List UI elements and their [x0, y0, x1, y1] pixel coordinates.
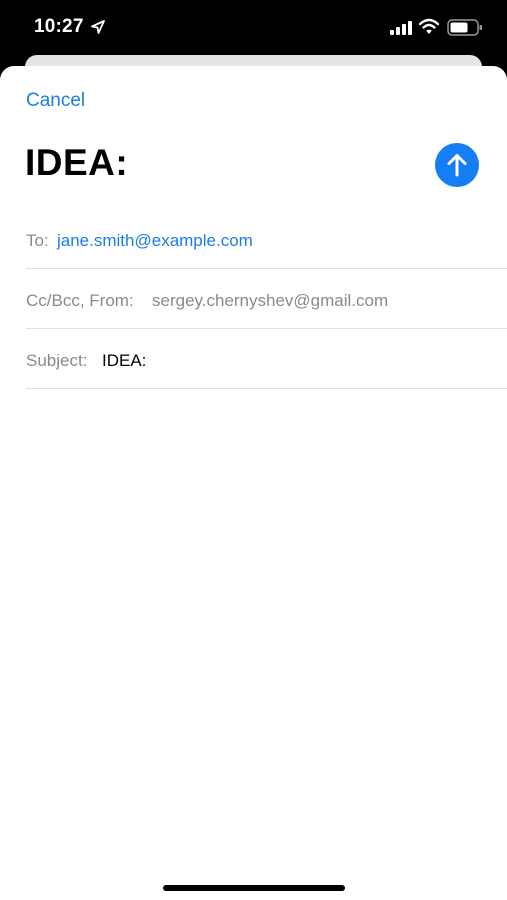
home-indicator[interactable]	[163, 885, 345, 891]
subject-input[interactable]: IDEA:	[102, 351, 146, 371]
compose-sheet: Cancel IDEA: To: jane.smith@example.com …	[0, 66, 507, 900]
to-recipient[interactable]: jane.smith@example.com	[57, 231, 253, 251]
status-bar: 10:27	[0, 0, 507, 56]
status-time: 10:27	[34, 16, 84, 37]
cancel-button[interactable]: Cancel	[26, 90, 85, 112]
subject-field-row[interactable]: Subject: IDEA:	[26, 330, 507, 389]
to-label: To:	[26, 231, 49, 250]
cellular-signal-icon	[390, 21, 412, 35]
battery-icon	[447, 19, 483, 36]
mail-compose-screen: 10:27 Cancel IDEA: To: jane.smith@exampl…	[0, 0, 507, 900]
compose-title: IDEA:	[25, 142, 129, 183]
send-button[interactable]	[435, 143, 479, 187]
to-field-row[interactable]: To: jane.smith@example.com	[26, 210, 507, 269]
ccbcc-from-field-row[interactable]: Cc/Bcc, From: sergey.chernyshev@gmail.co…	[26, 270, 507, 329]
subject-label: Subject:	[26, 351, 88, 370]
wifi-icon	[418, 18, 440, 35]
ccbcc-from-label: Cc/Bcc, From:	[26, 291, 134, 310]
location-arrow-icon	[90, 19, 106, 35]
arrow-up-icon	[447, 154, 467, 177]
from-address[interactable]: sergey.chernyshev@gmail.com	[152, 291, 388, 311]
